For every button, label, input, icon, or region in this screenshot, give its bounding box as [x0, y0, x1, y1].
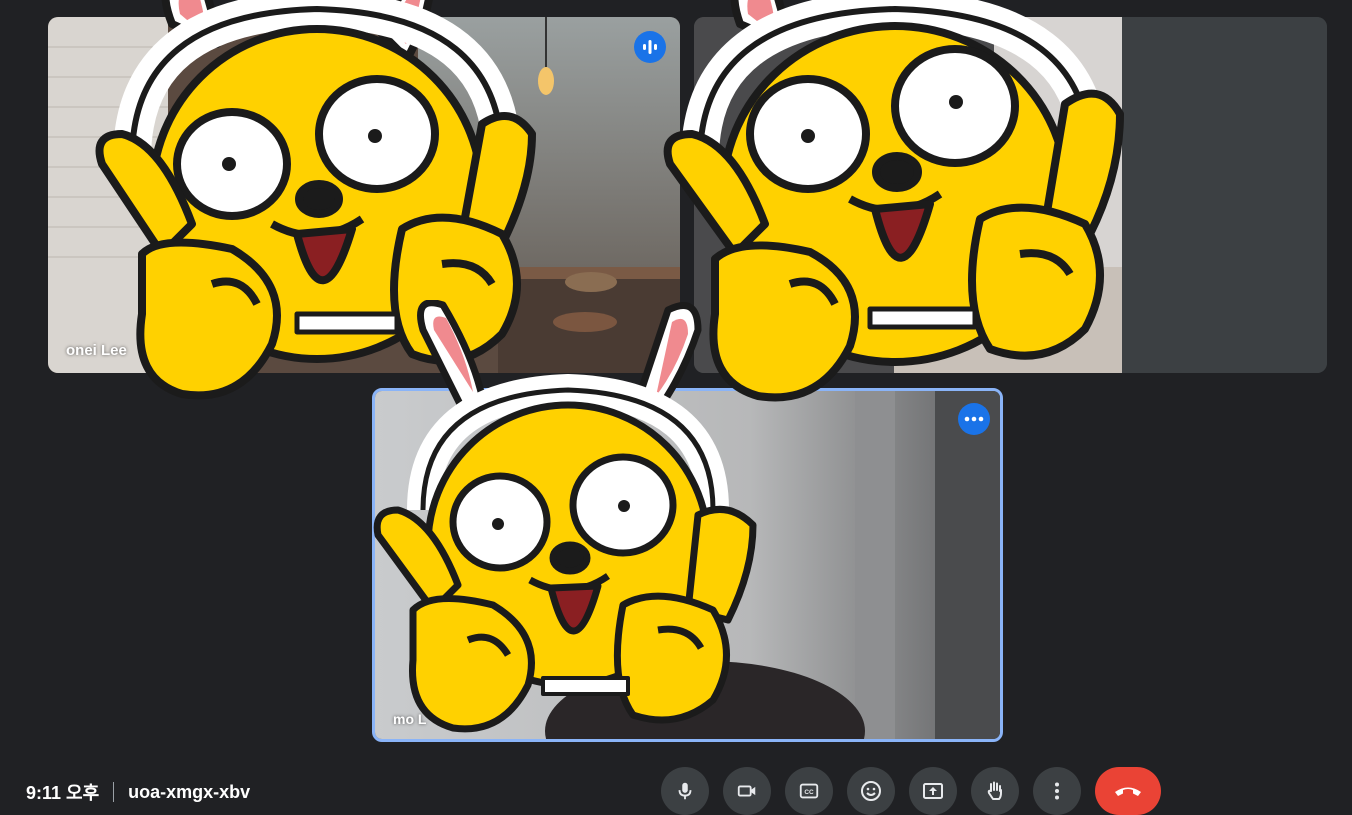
participant-tile-1[interactable]: onei Lee [48, 17, 680, 373]
participant-tile-2[interactable] [694, 17, 1327, 373]
more-horiz-icon [964, 416, 984, 422]
meeting-code: uoa-xmgx-xbv [128, 781, 251, 802]
emoji-icon [861, 781, 881, 801]
call-end-icon [1115, 787, 1141, 796]
svg-text:CC: CC [804, 789, 814, 796]
microphone-button[interactable] [661, 767, 709, 815]
meet-stage: onei Lee mo L 9:11 오후 uoa-xmgx-xbv CC [0, 0, 1352, 815]
present-button[interactable] [909, 767, 957, 815]
participant-name: onei Lee [66, 342, 127, 359]
meeting-info: 9:11 오후 uoa-xmgx-xbv [26, 779, 250, 805]
raise-hand-button[interactable] [971, 767, 1019, 815]
captions-button[interactable]: CC [785, 767, 833, 815]
closed-captions-icon: CC [799, 783, 819, 799]
control-bar: 9:11 오후 uoa-xmgx-xbv CC [0, 760, 1352, 815]
speaking-indicator [634, 31, 666, 63]
video-feed-blurred [375, 391, 1000, 739]
mic-icon [678, 782, 692, 800]
divider [113, 782, 115, 802]
more-options-button[interactable] [958, 403, 990, 435]
video-feed-room [694, 17, 1327, 373]
videocam-icon [737, 785, 756, 797]
present-screen-icon [923, 783, 943, 799]
more-options-button[interactable] [1033, 767, 1081, 815]
audio-wave-icon [643, 40, 657, 54]
meeting-time: 9:11 오후 [26, 783, 100, 803]
call-controls: CC [661, 767, 1161, 815]
participant-tile-3[interactable]: mo L [372, 388, 1003, 742]
participant-name: mo L [393, 711, 427, 727]
camera-button[interactable] [723, 767, 771, 815]
hand-icon [987, 781, 1002, 800]
video-feed-cafe [48, 17, 680, 373]
reactions-button[interactable] [847, 767, 895, 815]
leave-call-button[interactable] [1095, 767, 1161, 815]
more-vert-icon [1055, 782, 1059, 800]
